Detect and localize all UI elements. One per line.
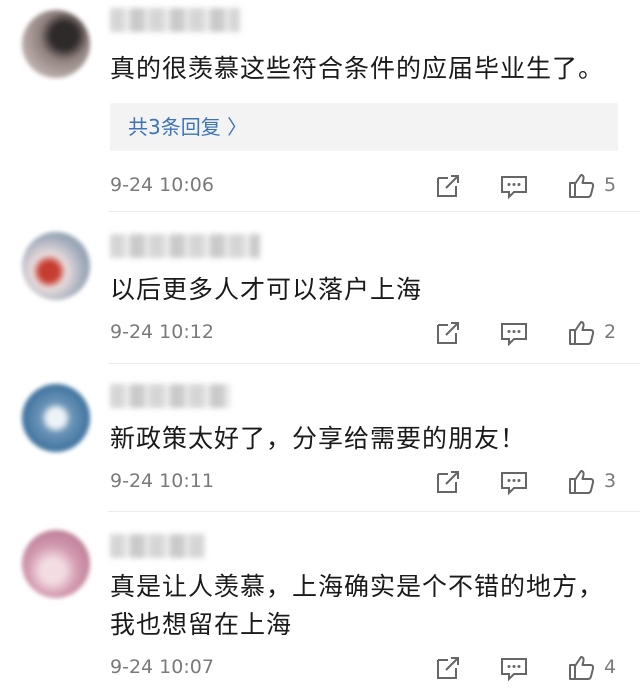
- like-count: 3: [604, 470, 617, 492]
- comment-icon[interactable]: [498, 652, 530, 684]
- share-icon[interactable]: [432, 317, 464, 349]
- like-count: 4: [604, 656, 617, 678]
- comment-text: 新政策太好了，分享给需要的朋友！: [110, 424, 527, 453]
- comment-item: 真是让人羡慕，上海确实是个不错的地方， 我也想留在上海 9-24 10:07 4: [0, 512, 640, 695]
- avatar[interactable]: [22, 232, 90, 300]
- username[interactable]: [110, 234, 260, 258]
- avatar[interactable]: [22, 384, 90, 452]
- comment-text: 真的很羡慕这些符合条件的应届毕业生了。: [110, 54, 605, 83]
- comment-meta: 9-24 10:11 3: [110, 466, 640, 500]
- share-icon[interactable]: [432, 466, 464, 498]
- username[interactable]: [110, 384, 230, 408]
- share-icon[interactable]: [432, 652, 464, 684]
- comment-meta: 9-24 10:06 5: [110, 170, 640, 204]
- avatar[interactable]: [22, 10, 90, 78]
- comment-item: 真的很羡慕这些符合条件的应届毕业生了。 共3条回复 〉 9-24 10:06 5: [0, 0, 640, 212]
- comment-time: 9-24 10:11: [110, 470, 214, 492]
- like-count: 5: [604, 174, 617, 196]
- avatar[interactable]: [22, 530, 90, 598]
- comment-icon[interactable]: [498, 466, 530, 498]
- comment-time: 9-24 10:07: [110, 656, 214, 678]
- thumbs-up-icon[interactable]: [566, 652, 598, 684]
- comment-icon[interactable]: [498, 317, 530, 349]
- view-replies-link[interactable]: 共3条回复 〉: [128, 113, 247, 141]
- share-icon[interactable]: [432, 170, 464, 202]
- thumbs-up-icon[interactable]: [566, 170, 598, 202]
- username[interactable]: [110, 8, 240, 32]
- comment-item: 以后更多人才可以落户上海 9-24 10:12 2: [0, 212, 640, 364]
- comment-text: 真是让人羡慕，上海确实是个不错的地方， 我也想留在上海: [110, 572, 605, 639]
- comment-icon[interactable]: [498, 170, 530, 202]
- reply-summary-box[interactable]: 共3条回复 〉: [110, 103, 618, 151]
- thumbs-up-icon[interactable]: [566, 317, 598, 349]
- comment-meta: 9-24 10:12 2: [110, 317, 640, 351]
- comment-text: 以后更多人才可以落户上海: [110, 275, 423, 304]
- comment-meta: 9-24 10:07 4: [110, 652, 640, 686]
- like-count: 2: [604, 321, 617, 343]
- comment-time: 9-24 10:12: [110, 321, 214, 343]
- comment-item: 新政策太好了，分享给需要的朋友！ 9-24 10:11 3: [0, 364, 640, 512]
- thumbs-up-icon[interactable]: [566, 466, 598, 498]
- username[interactable]: [110, 534, 205, 558]
- comment-time: 9-24 10:06: [110, 174, 214, 196]
